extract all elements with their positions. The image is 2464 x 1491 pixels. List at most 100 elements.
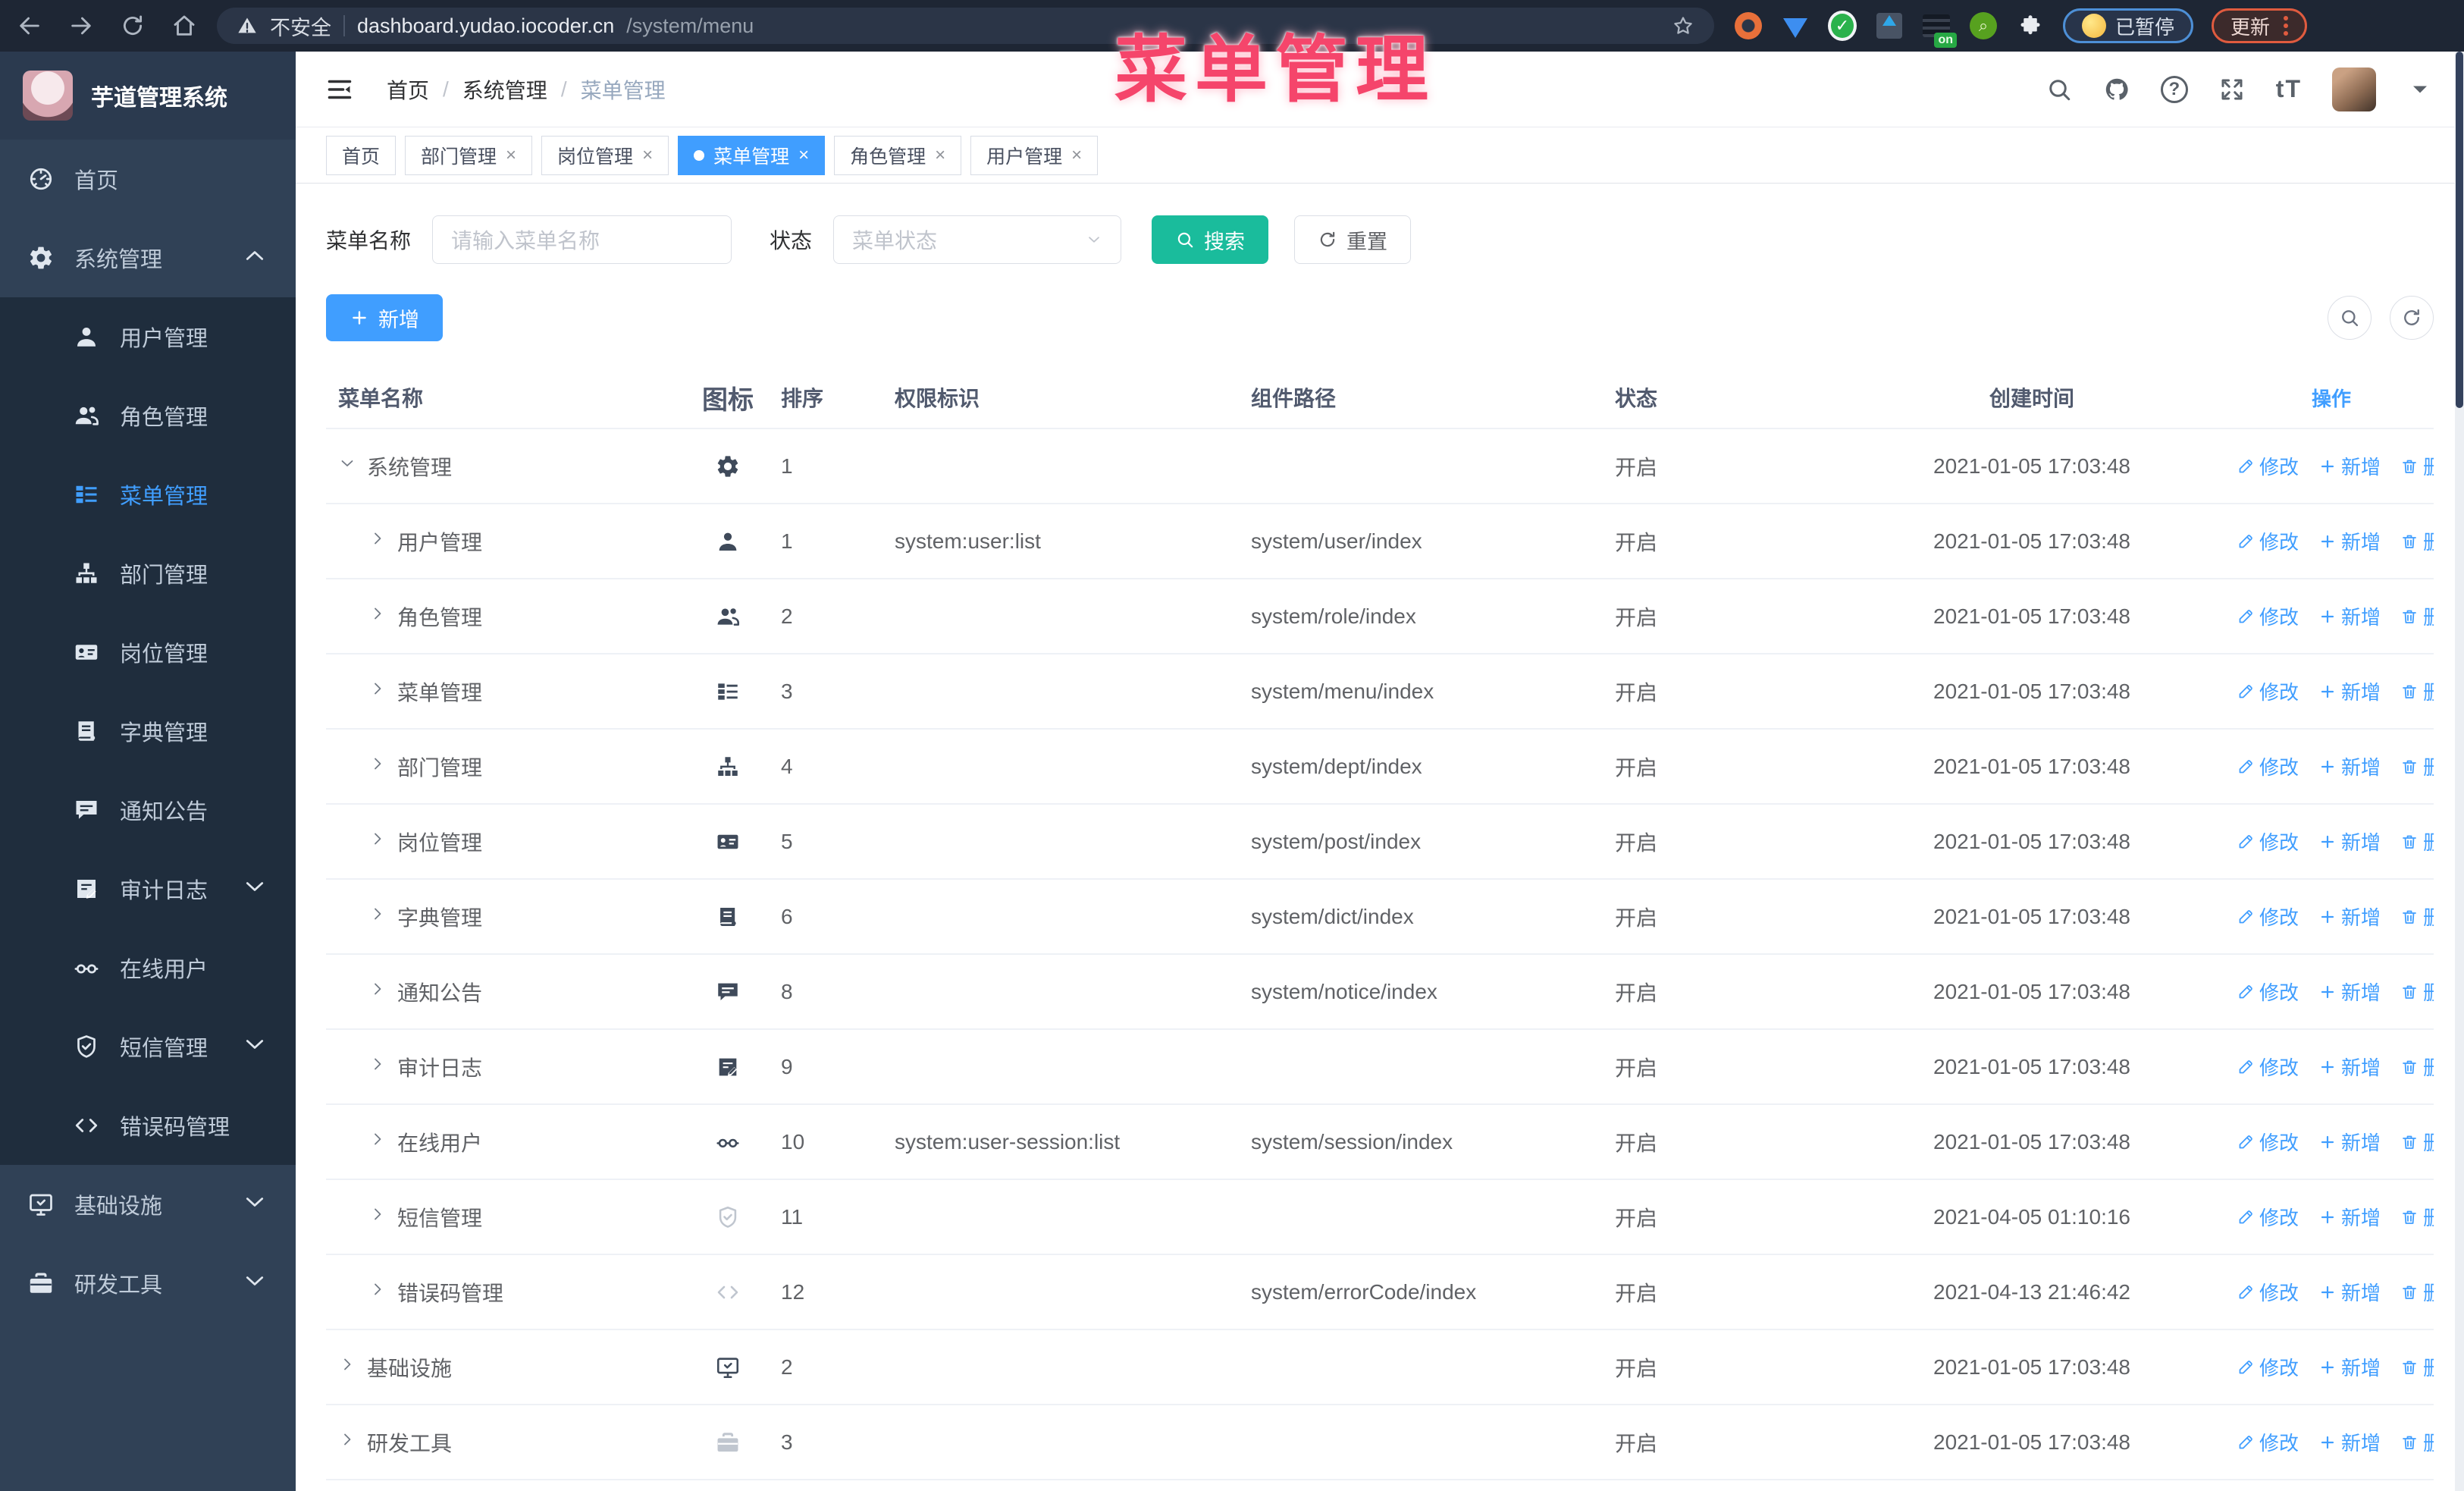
delete-link[interactable]: 删除 <box>2400 827 2434 855</box>
delete-link[interactable]: 删除 <box>2400 1128 2434 1156</box>
page-scrollbar[interactable] <box>2455 52 2464 1491</box>
help-icon[interactable]: ? <box>2160 75 2188 103</box>
table-row-研发工具[interactable]: 研发工具 3 开启 2021-01-05 17:03:48 修改新增删除 <box>326 1405 2434 1480</box>
tab-部门管理[interactable]: 部门管理 × <box>405 135 533 175</box>
tab-菜单管理[interactable]: 菜单管理 × <box>678 135 826 175</box>
add-link[interactable]: 新增 <box>2318 602 2381 630</box>
cell-menu-name[interactable]: 通知公告 <box>326 977 682 1007</box>
add-link[interactable]: 新增 <box>2318 1353 2381 1381</box>
delete-link[interactable]: 删除 <box>2400 1353 2434 1381</box>
tab-首页[interactable]: 首页 <box>326 135 397 175</box>
delete-link[interactable]: 删除 <box>2400 1278 2434 1306</box>
update-browser-button[interactable]: 更新 <box>2212 8 2308 43</box>
reload-icon[interactable] <box>120 13 146 39</box>
status-select[interactable]: 菜单状态 <box>833 215 1122 264</box>
browser-menu-dots-icon[interactable] <box>2284 16 2289 36</box>
edit-link[interactable]: 修改 <box>2237 1128 2299 1156</box>
edit-link[interactable]: 修改 <box>2237 752 2299 780</box>
tab-close-icon[interactable]: × <box>642 145 653 166</box>
extension-bug-icon[interactable]: ⌕ <box>1969 11 1998 40</box>
bookmark-star-icon[interactable] <box>1672 14 1694 37</box>
search-icon[interactable] <box>2045 76 2073 103</box>
extension-green-check-icon[interactable]: ✓ <box>1828 11 1857 41</box>
extension-list-on-icon[interactable]: on <box>1922 11 1957 48</box>
tab-close-icon[interactable]: × <box>506 145 516 166</box>
add-link[interactable]: 新增 <box>2318 452 2381 480</box>
cell-menu-name[interactable]: 角色管理 <box>326 601 682 632</box>
add-link[interactable]: 新增 <box>2318 1053 2381 1081</box>
table-row-基础设施[interactable]: 基础设施 2 开启 2021-01-05 17:03:48 修改新增删除 <box>326 1330 2434 1405</box>
sidebar-item-在线用户[interactable]: 在线用户 <box>0 928 296 1007</box>
cell-menu-name[interactable]: 基础设施 <box>326 1352 682 1383</box>
sidebar-item-用户管理[interactable]: 用户管理 <box>0 297 296 376</box>
edit-link[interactable]: 修改 <box>2237 1278 2299 1306</box>
table-row-字典管理[interactable]: 字典管理 6 system/dict/index 开启 2021-01-05 17:03… <box>326 880 2434 955</box>
not-secure-warning-icon[interactable] <box>237 15 258 36</box>
add-link[interactable]: 新增 <box>2318 1428 2381 1456</box>
scrollbar-thumb[interactable] <box>2456 52 2463 408</box>
tab-close-icon[interactable]: × <box>935 145 945 166</box>
delete-link[interactable]: 删除 <box>2400 978 2434 1006</box>
edit-link[interactable]: 修改 <box>2237 1353 2299 1381</box>
tab-岗位管理[interactable]: 岗位管理 × <box>541 135 669 175</box>
table-row-部门管理[interactable]: 部门管理 4 system/dept/index 开启 2021-01-05 17:03… <box>326 730 2434 805</box>
sidebar-item-通知公告[interactable]: 通知公告 <box>0 771 296 849</box>
delete-link[interactable]: 删除 <box>2400 602 2434 630</box>
edit-link[interactable]: 修改 <box>2237 978 2299 1006</box>
add-button[interactable]: 新增 <box>326 294 443 341</box>
cell-menu-name[interactable]: 菜单管理 <box>326 676 682 707</box>
toggle-search-button[interactable] <box>2328 296 2372 340</box>
delete-link[interactable]: 删除 <box>2400 902 2434 931</box>
edit-link[interactable]: 修改 <box>2237 1203 2299 1231</box>
table-row-系统管理[interactable]: 系统管理 1 开启 2021-01-05 17:03:48 修改新增删除 <box>326 429 2434 504</box>
edit-link[interactable]: 修改 <box>2237 1053 2299 1081</box>
user-avatar[interactable] <box>2332 67 2376 111</box>
address-bar[interactable]: 不安全 dashboard.yudao.iocoder.cn/system/me… <box>217 8 1714 44</box>
menu-name-input[interactable]: 请输入菜单名称 <box>432 215 732 264</box>
delete-link[interactable]: 删除 <box>2400 752 2434 780</box>
sidebar-item-部门管理[interactable]: 部门管理 <box>0 534 296 613</box>
table-row-通知公告[interactable]: 通知公告 8 system/notice/index 开启 2021-01-05 17:… <box>326 955 2434 1030</box>
add-link[interactable]: 新增 <box>2318 902 2381 931</box>
back-icon[interactable] <box>17 13 42 39</box>
forward-icon[interactable] <box>68 13 94 39</box>
sidebar-item-角色管理[interactable]: 角色管理 <box>0 376 296 455</box>
cell-menu-name[interactable]: 在线用户 <box>326 1127 682 1157</box>
edit-link[interactable]: 修改 <box>2237 1428 2299 1456</box>
cell-menu-name[interactable]: 审计日志 <box>326 1052 682 1082</box>
table-row-在线用户[interactable]: 在线用户 10 system:user-session:list system/ses… <box>326 1105 2434 1180</box>
cell-menu-name[interactable]: 部门管理 <box>326 752 682 782</box>
add-link[interactable]: 新增 <box>2318 827 2381 855</box>
tab-close-icon[interactable]: × <box>1071 145 1082 166</box>
paused-extension-pill[interactable]: 已暂停 <box>2063 8 2194 43</box>
cell-menu-name[interactable]: 错误码管理 <box>326 1277 682 1307</box>
cell-menu-name[interactable]: 研发工具 <box>326 1427 682 1458</box>
cell-menu-name[interactable]: 用户管理 <box>326 526 682 557</box>
delete-link[interactable]: 删除 <box>2400 1203 2434 1231</box>
breadcrumb-system[interactable]: 系统管理 <box>462 74 547 105</box>
breadcrumb-home[interactable]: 首页 <box>387 74 429 105</box>
extensions-puzzle-icon[interactable] <box>2016 11 2045 40</box>
add-link[interactable]: 新增 <box>2318 752 2381 780</box>
add-link[interactable]: 新增 <box>2318 1203 2381 1231</box>
avatar-dropdown-caret-icon[interactable] <box>2406 76 2434 103</box>
cell-menu-name[interactable]: 短信管理 <box>326 1202 682 1232</box>
delete-link[interactable]: 删除 <box>2400 452 2434 480</box>
github-icon[interactable] <box>2103 76 2130 103</box>
extension-gem-icon[interactable] <box>1781 11 1810 40</box>
tab-close-icon[interactable]: × <box>798 145 809 166</box>
edit-link[interactable]: 修改 <box>2237 827 2299 855</box>
logo-row[interactable]: 芋道管理系统 <box>0 52 296 140</box>
table-row-错误码管理[interactable]: 错误码管理 12 system/errorCode/index 开启 2021-04-1… <box>326 1255 2434 1330</box>
delete-link[interactable]: 删除 <box>2400 527 2434 555</box>
add-link[interactable]: 新增 <box>2318 1128 2381 1156</box>
extension-tabs-icon[interactable] <box>1875 11 1904 40</box>
add-link[interactable]: 新增 <box>2318 677 2381 705</box>
cell-menu-name[interactable]: 字典管理 <box>326 902 682 932</box>
sidebar-item-菜单管理[interactable]: 菜单管理 <box>0 455 296 534</box>
edit-link[interactable]: 修改 <box>2237 527 2299 555</box>
edit-link[interactable]: 修改 <box>2237 902 2299 931</box>
search-button[interactable]: 搜索 <box>1152 215 1269 264</box>
sidebar-item-首页[interactable]: 首页 <box>0 140 296 218</box>
tab-用户管理[interactable]: 用户管理 × <box>970 135 1099 175</box>
